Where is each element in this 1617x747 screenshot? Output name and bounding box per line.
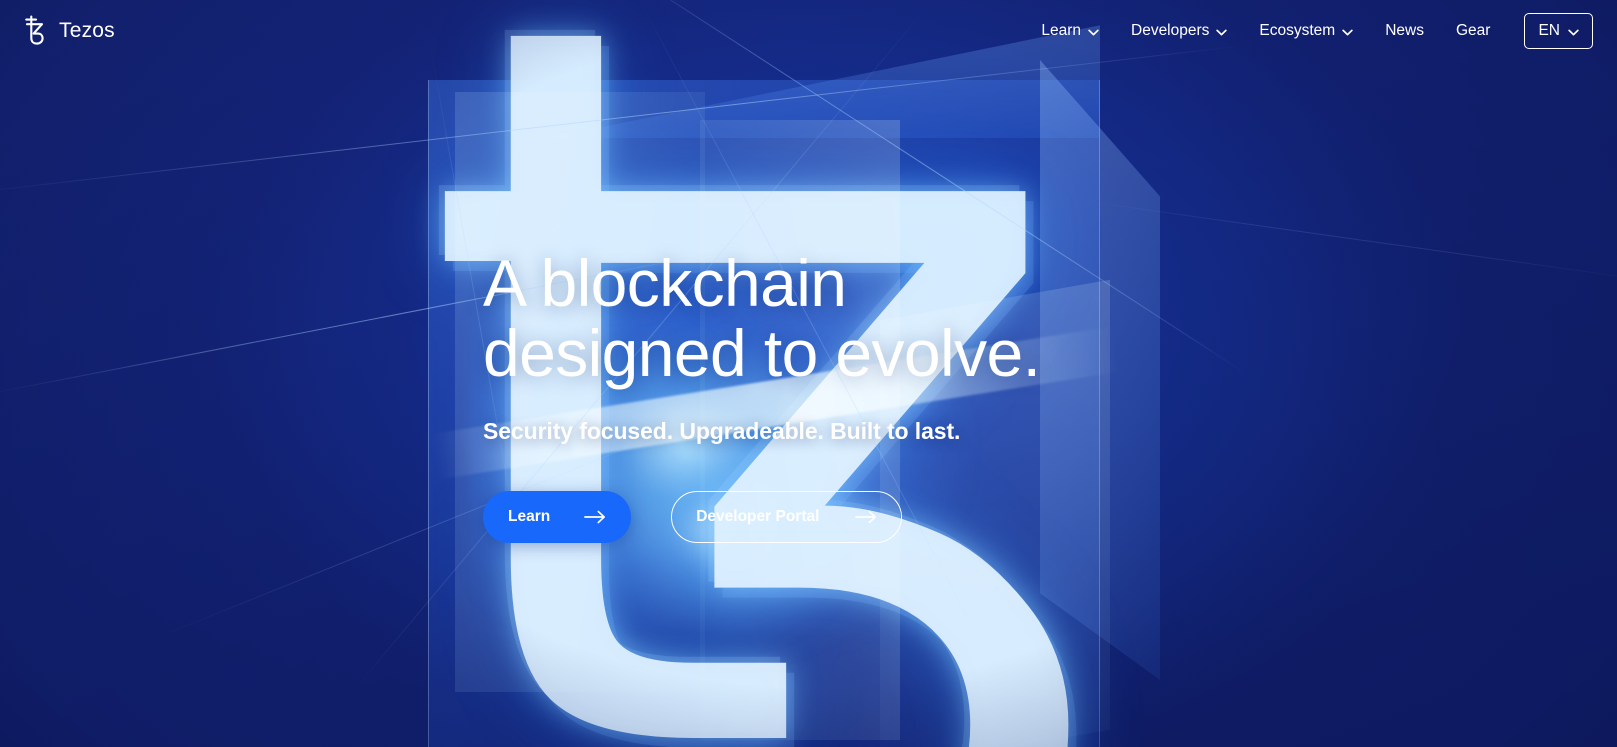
primary-navigation: Learn Developers Ecosystem News Gear EN	[1025, 13, 1593, 49]
hero-cta-row: Learn Developer Portal	[483, 491, 1243, 543]
language-selector-label: EN	[1538, 22, 1560, 39]
nav-item-label: Learn	[1041, 22, 1081, 39]
nav-item-developers[interactable]: Developers	[1115, 14, 1243, 48]
chevron-down-icon	[1216, 29, 1228, 35]
chevron-down-icon	[1342, 29, 1353, 35]
nav-item-label: Ecosystem	[1259, 22, 1336, 39]
hero-content: A blockchain designed to evolve. Securit…	[483, 248, 1243, 543]
developer-portal-button[interactable]: Developer Portal	[671, 491, 903, 543]
brand-name: Tezos	[59, 19, 115, 42]
nav-item-learn[interactable]: Learn	[1025, 14, 1115, 48]
hero-headline: A blockchain designed to evolve.	[483, 246, 1041, 390]
tezos-tez-glyph-icon	[25, 15, 44, 45]
nav-item-news[interactable]: News	[1369, 14, 1440, 48]
hero-subheadline: Security focused. Upgradeable. Built to …	[483, 418, 961, 444]
nav-item-label: News	[1385, 22, 1424, 39]
nav-item-label: Gear	[1455, 22, 1491, 39]
arrow-right-icon	[584, 510, 606, 524]
chevron-down-icon	[1568, 29, 1579, 35]
page-root: ꜩ Tezos Learn Developers Ecosystem News …	[0, 0, 1617, 747]
nav-item-ecosystem[interactable]: Ecosystem	[1243, 14, 1369, 48]
nav-item-gear[interactable]: Gear	[1440, 14, 1506, 48]
learn-button-label: Learn	[508, 508, 551, 525]
developer-portal-button-label: Developer Portal	[696, 508, 820, 525]
arrow-right-icon	[855, 510, 877, 524]
language-selector[interactable]: EN	[1524, 13, 1593, 49]
wireframe-line	[0, 44, 1252, 197]
site-header: Tezos Learn Developers Ecosystem News Ge…	[0, 0, 1617, 62]
brand-logo-link[interactable]: Tezos	[22, 14, 115, 48]
nav-item-label: Developers	[1131, 22, 1210, 39]
learn-button[interactable]: Learn	[483, 491, 632, 543]
chevron-down-icon	[1088, 29, 1099, 35]
